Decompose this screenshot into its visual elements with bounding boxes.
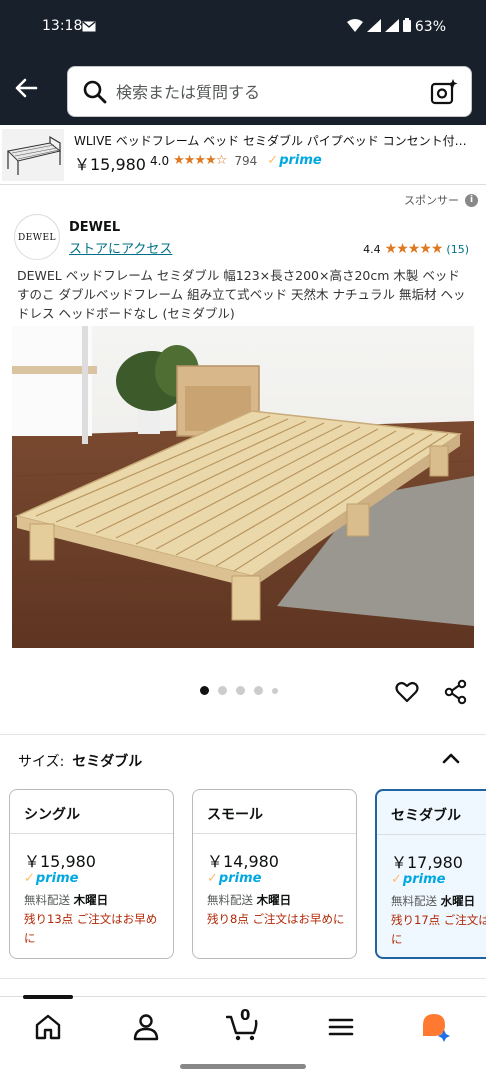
prime-badge: ✓prime — [391, 872, 446, 887]
carousel-dot[interactable] — [236, 686, 245, 695]
carousel-dot[interactable] — [200, 686, 209, 695]
account-icon[interactable] — [130, 1011, 162, 1043]
selected-size: セミダブル — [72, 754, 143, 770]
search-bar[interactable] — [67, 66, 472, 117]
home-icon[interactable] — [32, 1011, 64, 1043]
shipping-info: 無料配送 水曜日 — [391, 894, 476, 908]
shipping-info: 無料配送 木曜日 — [207, 893, 292, 907]
size-option-name: スモール — [207, 807, 263, 823]
size-option-price: ￥15,980 — [24, 852, 96, 871]
prime-badge: ✓prime — [207, 871, 262, 886]
mail-icon — [82, 20, 96, 36]
size-option-single[interactable]: シングル ￥15,980 ✓prime 無料配送 木曜日 残り13点 ご注文はお… — [9, 789, 174, 959]
star-rating-icon: ★★★★★ — [384, 241, 444, 257]
wifi-icon — [346, 18, 363, 36]
size-option-name: セミダブル — [391, 808, 461, 824]
product-image[interactable] — [12, 326, 474, 648]
carousel-dot[interactable] — [254, 686, 263, 695]
battery-percent: 63% — [414, 19, 446, 35]
rufus-ai-assistant-icon[interactable] — [420, 1011, 452, 1043]
rating-value: 4.0 — [150, 153, 170, 168]
prime-badge: ✓prime — [24, 871, 79, 886]
brand-name: DEWEL — [69, 220, 121, 235]
stock-warning: 残り13点 ご注文はお早めに — [24, 912, 158, 945]
sticky-product-rating: 4.0 ★★★★☆ 794 ✓prime — [150, 153, 322, 168]
review-count-link[interactable]: (15) — [446, 243, 469, 256]
divider — [377, 834, 486, 835]
sticky-product-title[interactable]: WLIVE ベッドフレーム ベッド セミダブル パイプベッド コンセント付き … — [74, 132, 478, 149]
rating-value: 4.4 — [363, 242, 381, 256]
stock-warning: 残り17点 ご注文はお早めに — [391, 913, 486, 946]
divider — [193, 833, 356, 834]
image-carousel-dots[interactable] — [200, 686, 278, 695]
brand-rating[interactable]: 4.4 ★★★★★ (15) — [363, 241, 469, 257]
stock-warning: 残り8点 ご注文はお早めに — [207, 912, 345, 926]
chevron-up-icon[interactable] — [440, 748, 462, 774]
status-time: 13:18 — [42, 18, 83, 34]
visit-store-link[interactable]: ストアにアクセス — [69, 238, 172, 257]
signal-icon-2 — [384, 18, 399, 36]
product-title: DEWEL ベッドフレーム セミダブル 幅123×長さ200×高さ20cm 木製… — [17, 268, 466, 321]
divider — [10, 833, 173, 834]
active-tab-indicator — [23, 995, 73, 999]
sticky-product-banner[interactable]: WLIVE ベッドフレーム ベッド セミダブル パイプベッド コンセント付き …… — [0, 125, 486, 185]
menu-icon[interactable] — [325, 1011, 357, 1043]
cart-count: 0 — [240, 1006, 251, 1024]
prime-badge: ✓prime — [267, 153, 322, 168]
sponsored-label[interactable]: スポンサー i — [404, 192, 478, 208]
size-option-price: ￥14,980 — [207, 852, 279, 871]
size-option-small[interactable]: スモール ￥14,980 ✓prime 無料配送 木曜日 残り8点 ご注文はお早… — [192, 789, 357, 959]
search-header — [0, 52, 486, 125]
brand-logo[interactable]: DEWEL — [14, 214, 60, 260]
camera-lens-icon[interactable] — [429, 77, 459, 111]
size-label: サイズ: — [18, 754, 65, 770]
gesture-bar[interactable] — [180, 1064, 306, 1069]
battery-icon — [402, 18, 411, 36]
review-count: 794 — [234, 153, 258, 168]
status-bar: 13:18 63% — [0, 0, 486, 52]
signal-icon — [366, 18, 381, 36]
carousel-dot[interactable] — [218, 686, 227, 695]
divider — [0, 734, 486, 735]
back-arrow-icon[interactable] — [10, 72, 42, 104]
info-icon[interactable]: i — [465, 193, 478, 207]
size-option-semi-double[interactable]: セミダブル ￥17,980 ✓prime 無料配送 水曜日 残り17点 ご注文は… — [375, 789, 486, 959]
search-icon — [82, 79, 108, 109]
divider — [0, 978, 486, 979]
sticky-product-price: ￥15,980 — [74, 155, 146, 174]
product-thumbnail[interactable] — [2, 129, 64, 181]
star-rating-icon: ★★★★☆ — [173, 153, 227, 168]
size-option-price: ￥17,980 — [391, 853, 463, 872]
share-icon[interactable] — [443, 679, 469, 709]
shipping-info: 無料配送 木曜日 — [24, 893, 109, 907]
size-selector-header[interactable]: サイズ: セミダブル — [18, 751, 142, 771]
carousel-dot[interactable] — [272, 687, 278, 694]
size-option-name: シングル — [24, 807, 80, 823]
heart-icon[interactable] — [394, 679, 420, 709]
search-input[interactable] — [116, 77, 416, 107]
